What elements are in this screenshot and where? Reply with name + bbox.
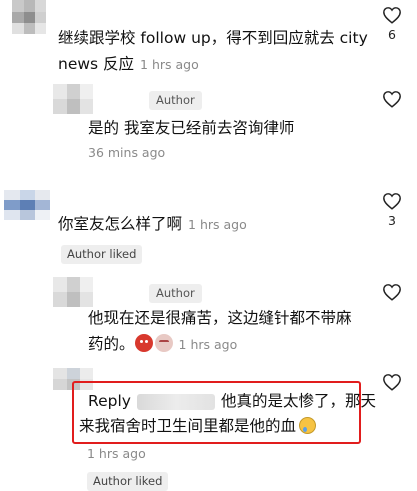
timestamp: 36 mins ago	[88, 145, 166, 160]
like-button[interactable]	[381, 373, 403, 391]
reply-prefix: Reply	[88, 392, 131, 410]
like-count: 6	[388, 27, 396, 42]
like-button[interactable]: 6	[381, 6, 403, 42]
avatar[interactable]	[12, 0, 46, 34]
like-button[interactable]	[381, 90, 403, 108]
comment-text: 药的。 1 hrs ago	[88, 332, 237, 357]
like-count: 3	[388, 213, 396, 228]
comment-text: 你室友怎么样了啊 1 hrs ago	[58, 212, 247, 237]
author-badge: Author	[149, 91, 202, 110]
avatar[interactable]	[53, 84, 93, 114]
comment-text: Reply 他真的是太惨了，那天	[88, 389, 376, 413]
comment-line: 他现在还是很痛苦，这边缝针都不带麻	[88, 309, 352, 327]
heart-outline-icon	[383, 374, 401, 391]
comment-line: 是的 我室友已经前去咨询律师	[88, 119, 295, 137]
avatar[interactable]	[53, 277, 93, 307]
comment-text: 他现在还是很痛苦，这边缝针都不带麻	[88, 306, 352, 330]
timestamp: 1 hrs ago	[87, 446, 146, 461]
heart-outline-icon	[383, 193, 401, 210]
comment-line: 来我宿舍时卫生间里都是他的血	[79, 417, 297, 435]
comment-text: 继续跟学校 follow up，得不到回应就去 city	[58, 26, 368, 50]
comment-text: 来我宿舍时卫生间里都是他的血	[79, 414, 317, 438]
comment-line: news 反应	[58, 55, 135, 73]
comment-text: 是的 我室友已经前去咨询律师	[88, 116, 294, 140]
comment-line: 他真的是太惨了，那天	[220, 392, 376, 410]
comment-line: 继续跟学校 follow up，得不到回应就去 city	[58, 29, 368, 47]
heart-outline-icon	[383, 284, 401, 301]
comment-line: 药的。	[88, 335, 135, 353]
angry-face-icon	[134, 334, 153, 352]
heart-outline-icon	[383, 91, 401, 108]
avatar[interactable]	[4, 190, 50, 220]
author-liked-badge: Author liked	[61, 245, 143, 264]
timestamp: 1 hrs ago	[188, 217, 247, 232]
blurred-username	[136, 393, 215, 410]
like-button[interactable]	[381, 283, 403, 301]
comment-text: news 反应 1 hrs ago	[58, 52, 199, 77]
heart-outline-icon	[383, 7, 401, 24]
comment-line: 你室友怎么样了啊	[58, 215, 183, 233]
injured-face-icon	[154, 334, 173, 352]
timestamp: 1 hrs ago	[140, 57, 199, 72]
like-button[interactable]: 3	[381, 192, 403, 228]
timestamp: 1 hrs ago	[178, 337, 238, 352]
crying-face-icon	[299, 417, 317, 434]
author-badge: Author	[149, 284, 202, 303]
author-liked-badge: Author liked	[87, 472, 169, 491]
